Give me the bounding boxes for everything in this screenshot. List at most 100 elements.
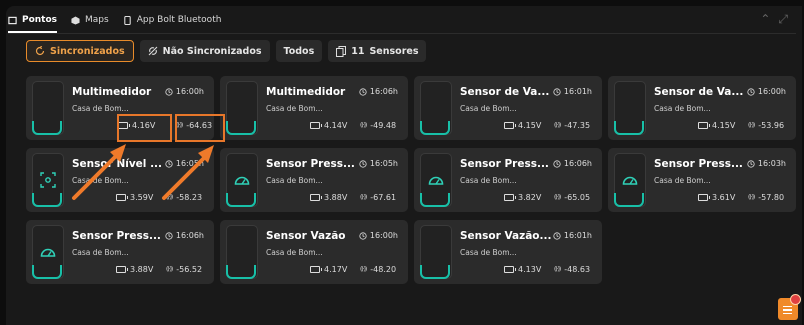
level-sensor-icon <box>40 172 56 188</box>
battery-value: 4.15V <box>518 121 542 130</box>
clock-icon <box>553 87 561 96</box>
sensor-card[interactable]: Sensor Press... 16:06h Casa de Bom... 3.88V… <box>26 220 214 284</box>
signal-readout: ((·)) -48.63 <box>554 265 590 274</box>
sensor-card[interactable]: Sensor Press... 16:03h Casa de Bom... 3.61V… <box>608 148 796 212</box>
tab-maps-label: Maps <box>85 15 109 25</box>
device-thumbnail <box>226 225 258 279</box>
sensor-name: Sensor Vazão... <box>460 230 552 242</box>
device-thumbnail <box>226 153 258 207</box>
battery-icon <box>310 266 322 273</box>
sensor-time: 16:06h <box>553 159 592 168</box>
filter-synced-label: Sincronizados <box>50 45 125 57</box>
gauge-icon <box>428 172 444 188</box>
sensor-time-value: 16:00h <box>757 87 786 96</box>
sensor-name: Multimedidor <box>72 86 152 98</box>
battery-icon <box>504 266 516 273</box>
signal-value: -57.80 <box>758 193 785 202</box>
signal-readout: ((·)) -53.96 <box>748 121 784 130</box>
signal-value: -65.05 <box>564 193 591 202</box>
sensor-time-value: 16:06h <box>563 159 592 168</box>
sensor-card[interactable]: Sensor de Va... 16:01h Casa de Bom... 4.15V… <box>414 76 602 140</box>
battery-arrow <box>72 144 126 200</box>
sensor-time: 16:06h <box>165 231 204 240</box>
battery-icon <box>310 194 322 201</box>
battery-readout: 4.15V <box>698 121 735 130</box>
signal-icon: ((·)) <box>360 122 367 129</box>
sensor-name: Multimedidor <box>266 86 346 98</box>
sensor-time-value: 16:01h <box>563 231 592 240</box>
sensor-time-value: 16:00h <box>175 87 204 96</box>
collapse-icon[interactable]: ⌃ <box>760 12 770 27</box>
gauge-icon <box>234 172 250 188</box>
filter-synced-button[interactable]: Sincronizados <box>26 40 134 62</box>
signal-value: -56.52 <box>176 265 203 274</box>
signal-readout: ((·)) -47.35 <box>554 121 590 130</box>
signal-icon: ((·)) <box>166 266 173 273</box>
battery-value: 4.13V <box>518 265 542 274</box>
signal-highlight-box <box>175 114 225 142</box>
sensor-name: Sensor de Va... <box>654 86 744 98</box>
device-thumbnail <box>420 153 452 207</box>
filter-unsynced-label: Não Sincronizados <box>162 45 262 57</box>
sensor-card[interactable]: Sensor Press... 16:06h Casa de Bom... 3.82V… <box>414 148 602 212</box>
sensor-time: 16:03h <box>747 159 786 168</box>
battery-readout: 3.61V <box>698 193 735 202</box>
battery-readout: 3.88V <box>116 265 153 274</box>
sensors-count: 11 <box>351 45 365 57</box>
sensor-time-value: 16:05h <box>369 159 398 168</box>
device-thumbnail <box>32 225 64 279</box>
filter-all-button[interactable]: Todos <box>275 40 323 62</box>
clock-icon <box>165 87 173 96</box>
signal-icon: ((·)) <box>554 122 561 129</box>
clock-icon <box>747 159 755 168</box>
filter-all-label: Todos <box>283 45 315 57</box>
clock-icon <box>359 231 367 240</box>
sensor-card[interactable]: Sensor Press... 16:05h Casa de Bom... 3.88V… <box>220 148 408 212</box>
filter-unsynced-button[interactable]: Não Sincronizados <box>139 40 270 62</box>
battery-value: 4.17V <box>324 265 348 274</box>
tab-pontos-label: Pontos <box>22 15 58 25</box>
cube-icon <box>71 15 80 25</box>
sensor-card[interactable]: Multimedidor 16:06h Casa de Bom... 4.14V ((·… <box>220 76 408 140</box>
sensor-time-value: 16:06h <box>175 231 204 240</box>
device-thumbnail <box>32 81 64 135</box>
sensor-location: Casa de Bom... <box>460 248 517 257</box>
device-thumbnail <box>420 81 452 135</box>
sensor-time-value: 16:01h <box>563 87 592 96</box>
sensor-name: Sensor Vazão <box>266 230 346 242</box>
signal-readout: ((·)) -49.48 <box>360 121 396 130</box>
sensor-name: Sensor Press... <box>266 158 355 170</box>
clock-icon <box>165 231 173 240</box>
sensor-location: Casa de Bom... <box>266 104 323 113</box>
signal-readout: ((·)) -67.61 <box>360 193 396 202</box>
expand-icon[interactable]: ⤢ <box>778 12 788 27</box>
signal-icon: ((·)) <box>360 194 367 201</box>
sensor-card[interactable]: Sensor de Va... 16:00h Casa de Bom... 4.15V… <box>608 76 796 140</box>
signal-value: -48.20 <box>370 265 397 274</box>
sensor-location: Casa de Bom... <box>266 248 323 257</box>
sensor-time: 16:06h <box>359 87 398 96</box>
sensor-card[interactable]: Sensor Vazão 16:00h Casa de Bom... 4.17V ((·… <box>220 220 408 284</box>
sensor-time: 16:01h <box>553 231 592 240</box>
signal-icon: ((·)) <box>554 194 561 201</box>
battery-readout: 3.88V <box>310 193 347 202</box>
square-icon <box>8 16 17 24</box>
battery-value: 4.14V <box>324 121 348 130</box>
signal-icon: ((·)) <box>554 266 561 273</box>
tab-pontos[interactable]: Pontos <box>8 9 58 33</box>
sensor-name: Sensor Press... <box>654 158 743 170</box>
tab-app-bolt-label: App Bolt Bluetooth <box>136 15 222 25</box>
tab-app-bolt-bluetooth[interactable]: App Bolt Bluetooth <box>123 9 222 31</box>
clock-icon <box>553 159 561 168</box>
top-tab-bar: Pontos Maps App Bolt Bluetooth ⌃ ⤢ <box>8 9 796 33</box>
tab-maps[interactable]: Maps <box>71 9 109 31</box>
device-thumbnail <box>614 81 646 135</box>
signal-icon: ((·)) <box>748 194 755 201</box>
sensor-grid: Multimedidor 16:00h Casa de Bom... 4.16V ((·… <box>26 76 796 284</box>
battery-icon <box>504 122 516 129</box>
battery-icon <box>310 122 322 129</box>
list-icon <box>783 306 792 314</box>
notifications-button[interactable] <box>778 294 801 320</box>
clock-icon <box>747 87 755 96</box>
sensor-card[interactable]: Sensor Vazão... 16:01h Casa de Bom... 4.13V… <box>414 220 602 284</box>
